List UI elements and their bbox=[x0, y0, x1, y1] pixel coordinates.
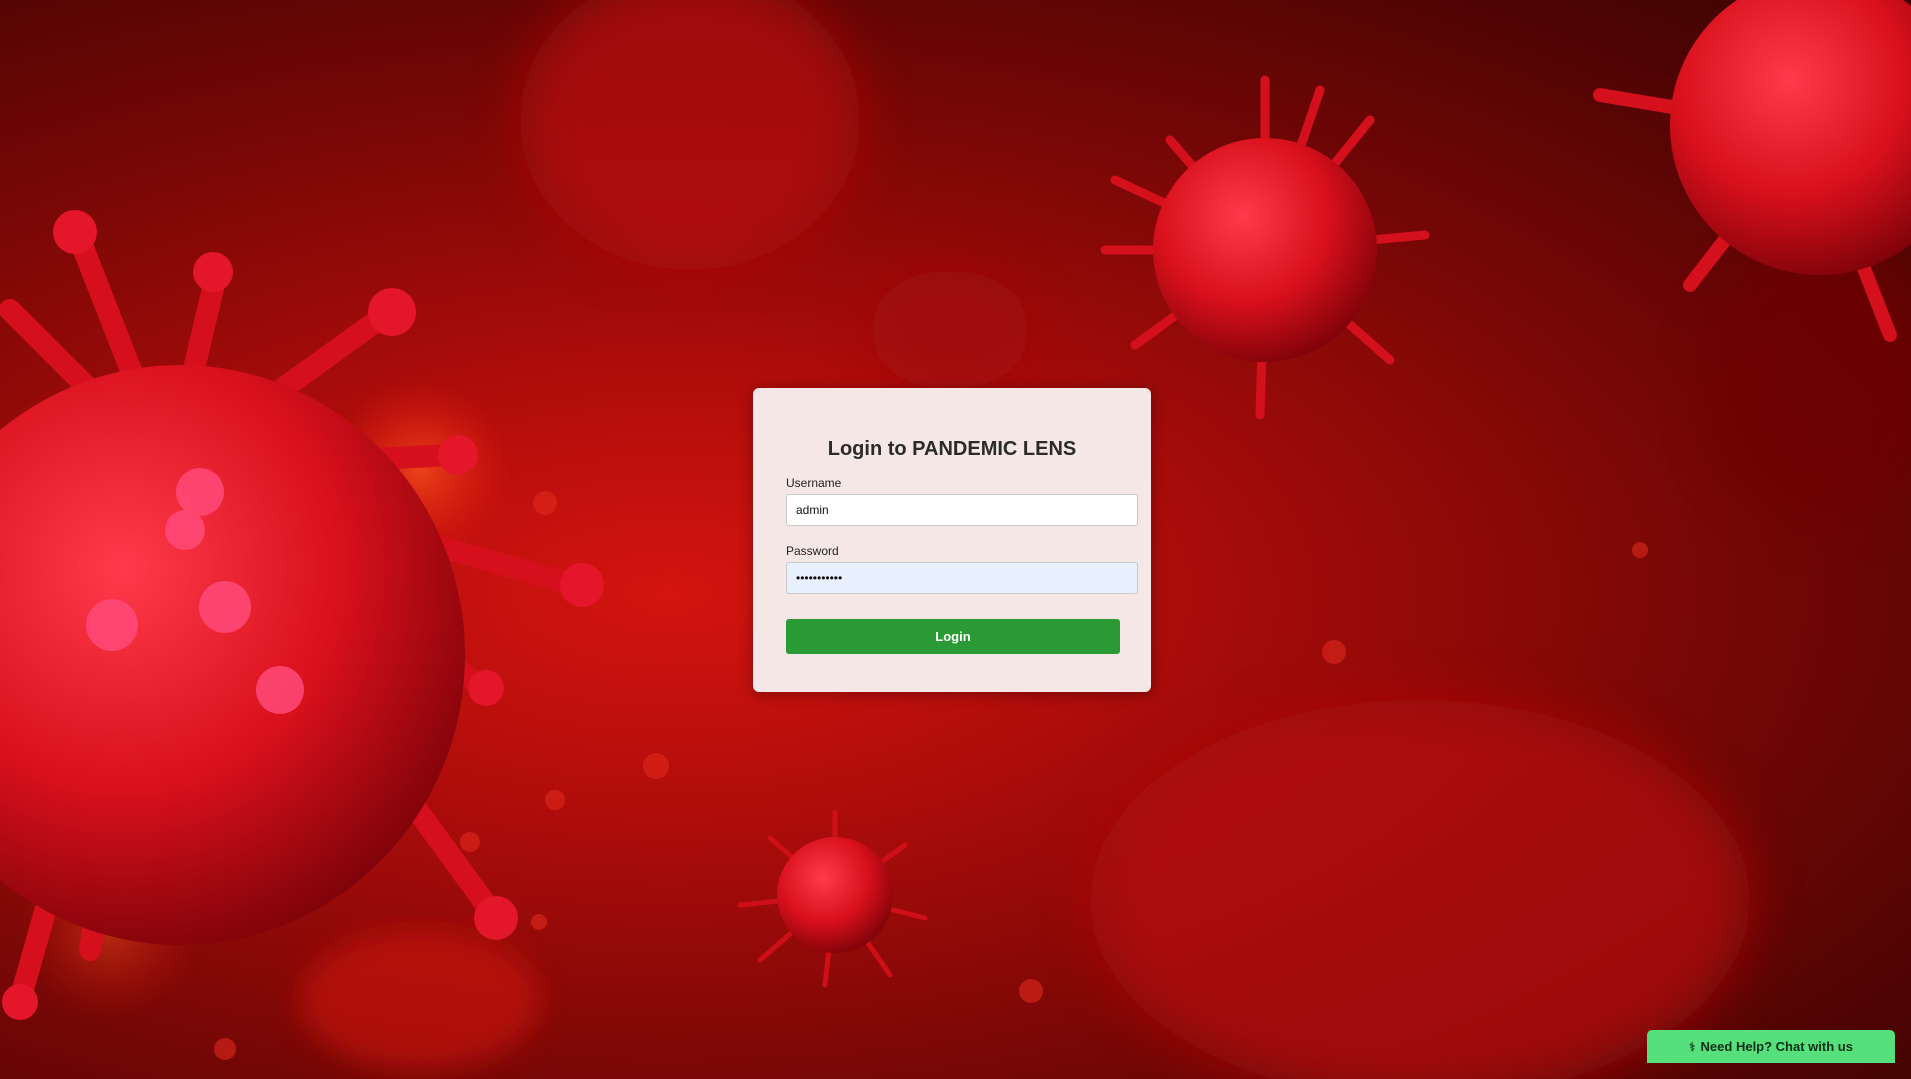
login-card: Login to PANDEMIC LENS Username Password… bbox=[753, 388, 1151, 692]
virus-small-center bbox=[737, 809, 928, 988]
chat-help-button[interactable]: ⚕ Need Help? Chat with us bbox=[1647, 1030, 1895, 1063]
login-button[interactable]: Login bbox=[786, 619, 1120, 654]
password-input[interactable] bbox=[786, 562, 1138, 594]
username-label: Username bbox=[786, 476, 842, 490]
password-label: Password bbox=[786, 544, 839, 558]
stethoscope-icon: ⚕ bbox=[1689, 1039, 1696, 1054]
login-title: Login to PANDEMIC LENS bbox=[827, 438, 1077, 460]
username-input[interactable] bbox=[786, 494, 1138, 526]
large-virus-left bbox=[0, 210, 604, 1020]
chat-help-label: Need Help? Chat with us bbox=[1700, 1039, 1853, 1054]
virus-top-center bbox=[1100, 75, 1430, 420]
